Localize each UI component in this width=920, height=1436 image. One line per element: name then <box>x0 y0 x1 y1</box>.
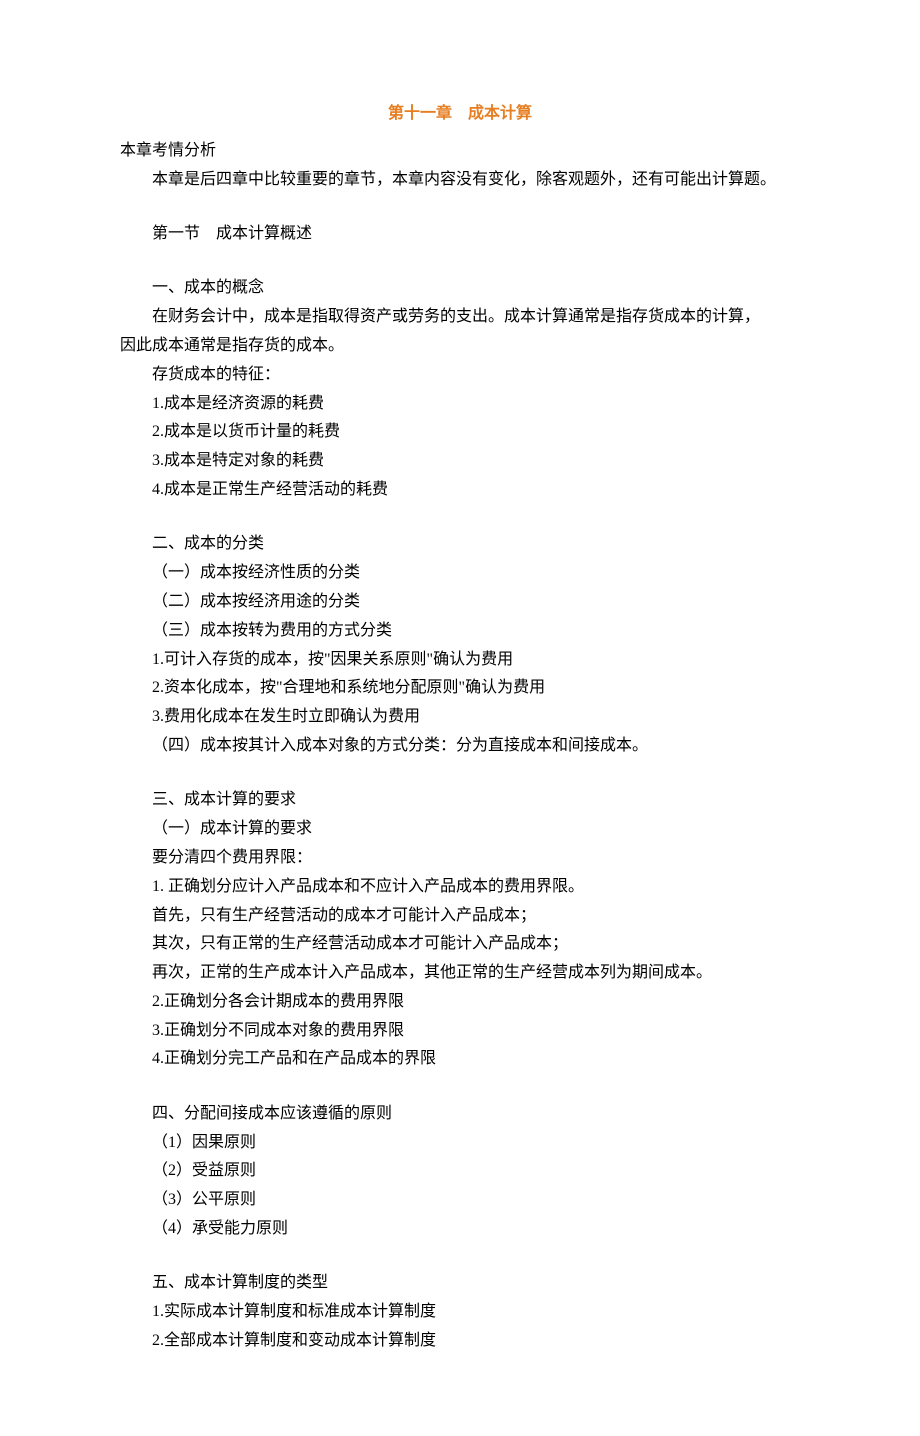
sub5-heading: 五、成本计算制度的类型 <box>120 1269 800 1298</box>
sub2-item: （三）成本按转为费用的方式分类 <box>120 617 800 646</box>
sub4-heading: 四、分配间接成本应该遵循的原则 <box>120 1100 800 1129</box>
sub5-item: 1.实际成本计算制度和标准成本计算制度 <box>120 1298 800 1327</box>
sub1-feature-item: 4.成本是正常生产经营活动的耗费 <box>120 476 800 505</box>
sub4-item: （3）公平原则 <box>120 1186 800 1215</box>
sub2-item: 3.费用化成本在发生时立即确认为费用 <box>120 703 800 732</box>
sub1-feature-item: 3.成本是特定对象的耗费 <box>120 447 800 476</box>
sub3-item: 2.正确划分各会计期成本的费用界限 <box>120 988 800 1017</box>
sub3-item: 首先，只有生产经营活动的成本才可能计入产品成本； <box>120 902 800 931</box>
sub2-item: 2.资本化成本，按"合理地和系统地分配原则"确认为费用 <box>120 674 800 703</box>
sub1-feature-item: 1.成本是经济资源的耗费 <box>120 390 800 419</box>
intro-body: 本章是后四章中比较重要的章节，本章内容没有变化，除客观题外，还有可能出计算题。 <box>120 166 800 195</box>
sub2-heading: 二、成本的分类 <box>120 530 800 559</box>
sub3-item: 再次，正常的生产成本计入产品成本，其他正常的生产经营成本列为期间成本。 <box>120 959 800 988</box>
sub3-item: 其次，只有正常的生产经营活动成本才可能计入产品成本； <box>120 930 800 959</box>
sub1-heading: 一、成本的概念 <box>120 274 800 303</box>
intro-heading: 本章考情分析 <box>120 137 800 166</box>
section-1-heading: 第一节 成本计算概述 <box>120 220 800 249</box>
sub4-item: （2）受益原则 <box>120 1157 800 1186</box>
sub3-subheading: （一）成本计算的要求 <box>120 815 800 844</box>
sub3-lead: 要分清四个费用界限： <box>120 844 800 873</box>
sub3-item: 3.正确划分不同成本对象的费用界限 <box>120 1017 800 1046</box>
sub1-feature-item: 2.成本是以货币计量的耗费 <box>120 418 800 447</box>
sub2-item: （二）成本按经济用途的分类 <box>120 588 800 617</box>
sub1-body-line2: 因此成本通常是指存货的成本。 <box>120 332 800 361</box>
sub2-item: （一）成本按经济性质的分类 <box>120 559 800 588</box>
chapter-title: 第十一章 成本计算 <box>120 100 800 129</box>
sub5-item: 2.全部成本计算制度和变动成本计算制度 <box>120 1327 800 1356</box>
sub2-item: 1.可计入存货的成本，按"因果关系原则"确认为费用 <box>120 646 800 675</box>
sub2-item: （四）成本按其计入成本对象的方式分类：分为直接成本和间接成本。 <box>120 732 800 761</box>
sub4-item: （1）因果原则 <box>120 1129 800 1158</box>
sub1-body-line1: 在财务会计中，成本是指取得资产或劳务的支出。成本计算通常是指存货成本的计算， <box>120 303 800 332</box>
sub4-item: （4）承受能力原则 <box>120 1215 800 1244</box>
sub1-feature-heading: 存货成本的特征： <box>120 361 800 390</box>
sub3-item: 1. 正确划分应计入产品成本和不应计入产品成本的费用界限。 <box>120 873 800 902</box>
sub3-heading: 三、成本计算的要求 <box>120 786 800 815</box>
sub3-item: 4.正确划分完工产品和在产品成本的界限 <box>120 1045 800 1074</box>
